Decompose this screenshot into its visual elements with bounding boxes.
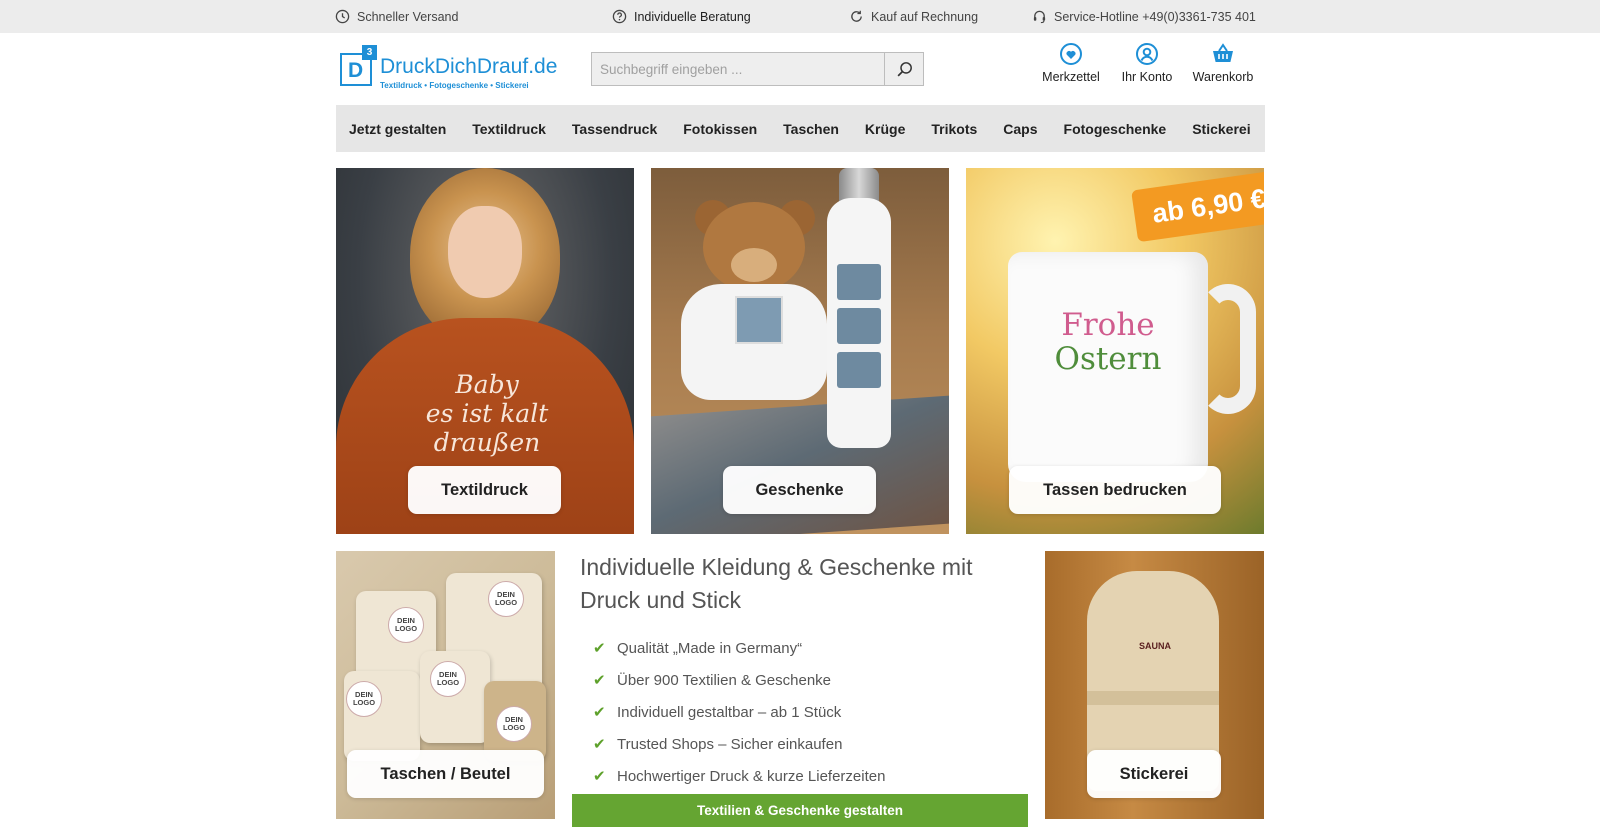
- usp-item: ✔ Trusted Shops – Sicher einkaufen: [580, 728, 1020, 760]
- check-icon: ✔: [593, 704, 606, 721]
- service-item-rechnung[interactable]: Kauf auf Rechnung: [849, 0, 978, 33]
- usp-item: ✔ Über 900 Textilien & Geschenke: [580, 664, 1020, 696]
- category-tile-tassen[interactable]: Frohe Ostern ab 6,90 € Tassen bedrucken: [966, 168, 1264, 534]
- logo-badge: DEIN LOGO: [346, 681, 382, 717]
- tile-label-taschen[interactable]: Taschen / Beutel: [347, 750, 544, 798]
- design-cta-button[interactable]: Textilien & Geschenke gestalten: [572, 794, 1028, 827]
- site-logo[interactable]: D 3 DruckDichDrauf.de Textildruck • Foto…: [340, 45, 557, 91]
- search-button[interactable]: [884, 53, 923, 85]
- clock-icon: [335, 9, 350, 24]
- usp-list: ✔ Qualität „Made in Germany“ ✔ Über 900 Te…: [580, 632, 1020, 792]
- nav-item-fotogeschenke[interactable]: Fotogeschenke: [1064, 121, 1167, 137]
- service-bar: Schneller Versand Individuelle Beratung …: [0, 0, 1600, 33]
- usp-item: ✔ Individuell gestaltbar – ab 1 Stück: [580, 696, 1020, 728]
- question-circle-icon: [612, 9, 627, 24]
- nav-item-caps[interactable]: Caps: [1003, 121, 1037, 137]
- hoodie-print-text: Baby es ist kalt draußen: [425, 370, 549, 457]
- nav-item-kruege[interactable]: Krüge: [865, 121, 905, 137]
- bathrobe-belt: [1087, 691, 1219, 705]
- service-label: Schneller Versand: [357, 9, 459, 24]
- account-label: Ihr Konto: [1121, 70, 1173, 84]
- logo-badge: DEIN LOGO: [496, 706, 532, 742]
- category-tile-stickerei[interactable]: SAUNA Stickerei: [1045, 551, 1264, 819]
- price-badge: ab 6,90 €: [1131, 169, 1264, 243]
- wishlist-button[interactable]: Merkzettel: [1032, 42, 1110, 84]
- main-nav: Jetzt gestalten Textildruck Tassendruck …: [336, 105, 1265, 152]
- bottle-photo: [837, 352, 881, 388]
- usp-item: ✔ Hochwertiger Druck & kurze Lieferzeiten: [580, 760, 1020, 792]
- check-icon: ✔: [593, 672, 606, 689]
- nav-item-fotokissen[interactable]: Fotokissen: [683, 121, 757, 137]
- nav-item-trikots[interactable]: Trikots: [931, 121, 977, 137]
- mug-handle: [1200, 284, 1256, 414]
- nav-item-jetzt-gestalten[interactable]: Jetzt gestalten: [349, 121, 446, 137]
- logo-tagline: Textildruck • Fotogeschenke • Stickerei: [380, 81, 529, 90]
- nav-item-textildruck[interactable]: Textildruck: [472, 121, 546, 137]
- service-label: Service-Hotline +49(0)3361-735 401: [1054, 9, 1256, 24]
- service-item-hotline[interactable]: Service-Hotline +49(0)3361-735 401: [1032, 0, 1256, 33]
- category-tile-textildruck[interactable]: Baby es ist kalt draußen Textildruck: [336, 168, 634, 534]
- user-icon: [1136, 43, 1158, 65]
- service-item-versand[interactable]: Schneller Versand: [335, 0, 458, 33]
- account-button[interactable]: Ihr Konto: [1108, 42, 1186, 84]
- tile-label-tassen[interactable]: Tassen bedrucken: [1009, 466, 1221, 514]
- tile-label-textildruck[interactable]: Textildruck: [408, 466, 561, 514]
- logo-name: DruckDichDrauf.de: [380, 55, 558, 78]
- service-label: Kauf auf Rechnung: [871, 9, 979, 24]
- bear-shirt-photo: [735, 296, 783, 344]
- headset-icon: [1033, 10, 1046, 24]
- search-icon: [897, 61, 912, 76]
- nav-item-tassendruck[interactable]: Tassendruck: [572, 121, 657, 137]
- check-icon: ✔: [593, 640, 606, 657]
- nav-item-stickerei[interactable]: Stickerei: [1192, 121, 1250, 137]
- tile-label-stickerei[interactable]: Stickerei: [1087, 750, 1221, 798]
- logo-badge: DEIN LOGO: [430, 661, 466, 697]
- service-item-beratung[interactable]: Individuelle Beratung: [612, 0, 751, 33]
- basket-icon: [1213, 43, 1233, 62]
- bottle-photo: [837, 264, 881, 300]
- category-tile-taschen[interactable]: DEIN LOGO DEIN LOGO DEIN LOGO DEIN LOGO …: [336, 551, 555, 819]
- search-input[interactable]: [592, 53, 884, 85]
- cart-label: Warenkorb: [1192, 70, 1254, 84]
- heart-icon: [1060, 43, 1082, 65]
- check-icon: ✔: [593, 736, 606, 753]
- mug-print-text: Frohe Ostern: [1054, 307, 1162, 377]
- cart-button[interactable]: Warenkorb: [1184, 42, 1262, 84]
- bottle-photo: [837, 308, 881, 344]
- model-face: [448, 206, 522, 298]
- intro-title: Individuelle Kleidung & Geschenke mit Dr…: [580, 554, 973, 613]
- category-tile-geschenke[interactable]: Geschenke: [651, 168, 949, 534]
- check-icon: ✔: [593, 768, 606, 785]
- usp-item: ✔ Qualität „Made in Germany“: [580, 632, 1020, 664]
- tile-label-geschenke[interactable]: Geschenke: [723, 466, 876, 514]
- search-bar: [591, 52, 924, 86]
- embroidery-text: SAUNA: [1138, 641, 1171, 651]
- bear-muzzle: [731, 248, 777, 282]
- logo-superscript: 3: [362, 45, 377, 60]
- logo-badge: DEIN LOGO: [488, 581, 524, 617]
- service-label: Individuelle Beratung: [634, 9, 751, 24]
- logo-badge: DEIN LOGO: [388, 607, 424, 643]
- nav-item-taschen[interactable]: Taschen: [783, 121, 839, 137]
- wishlist-label: Merkzettel: [1042, 70, 1100, 84]
- refresh-icon: [851, 10, 862, 22]
